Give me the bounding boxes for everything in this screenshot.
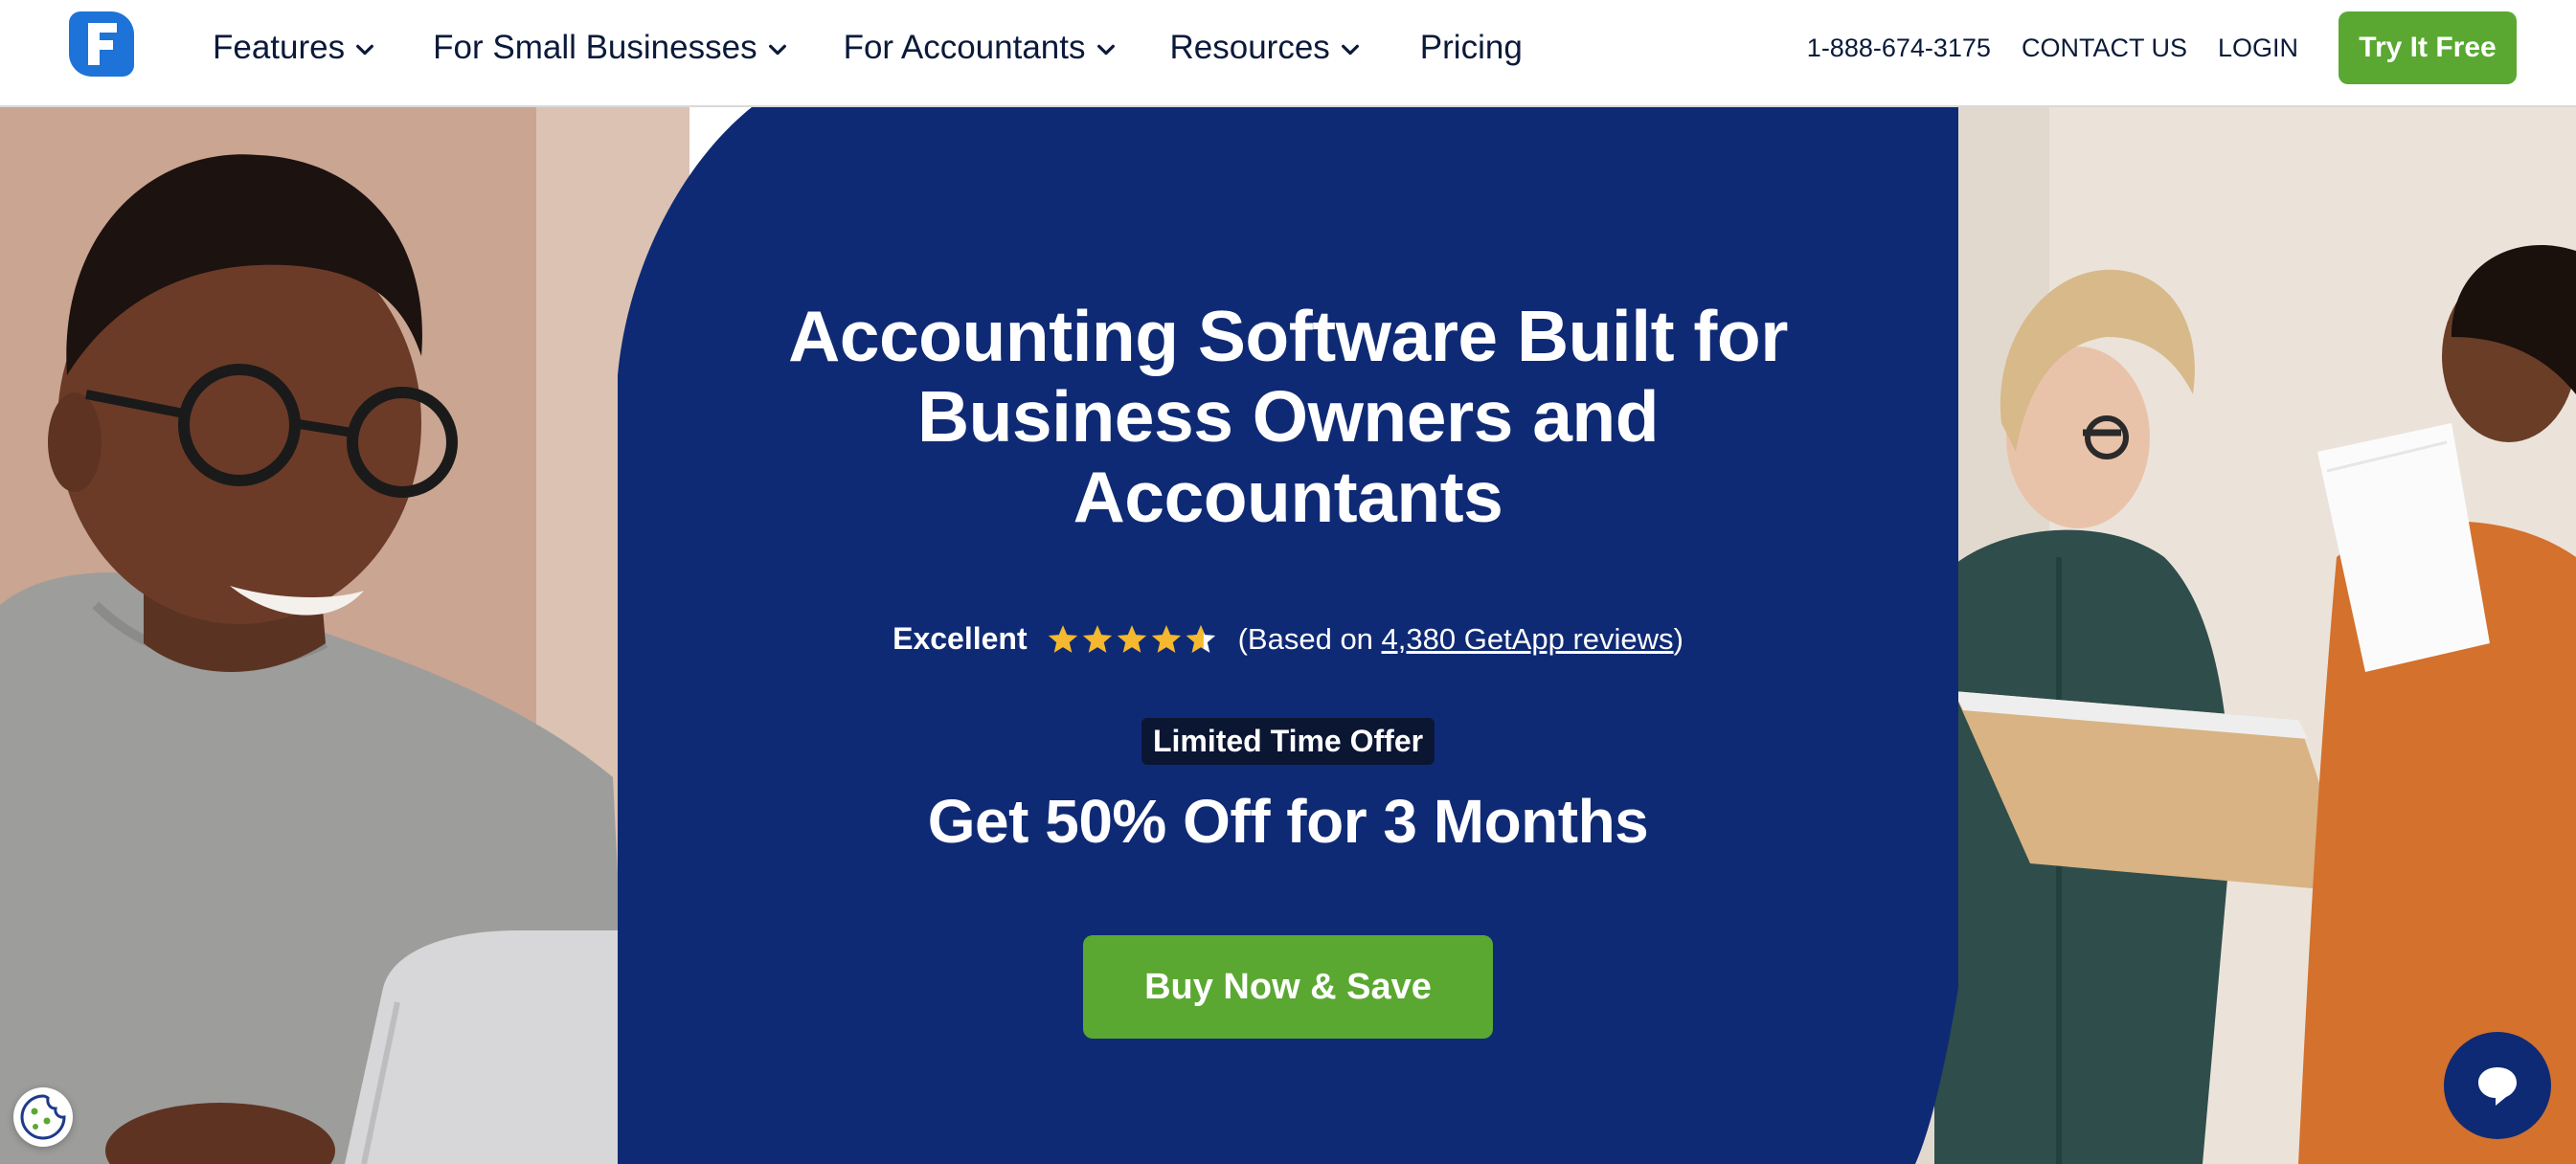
- rating-row: Excellent (Based on 4,380 GetApp reviews…: [893, 621, 1683, 657]
- hero-section: Accounting Software Built for Business O…: [0, 107, 2576, 1164]
- utility-nav: 1-888-674-3175 CONTACT US LOGIN Try It F…: [1807, 0, 2517, 96]
- getapp-reviews-link[interactable]: 4,380 GetApp reviews: [1382, 622, 1674, 657]
- chat-widget-button[interactable]: [2444, 1032, 2551, 1139]
- nav-resources-label: Resources: [1169, 29, 1330, 66]
- chevron-down-icon: [768, 44, 786, 56]
- star-full-icon: [1117, 624, 1146, 653]
- rating-prefix: (Based on: [1237, 621, 1382, 656]
- nav-accountants[interactable]: For Accountants: [844, 29, 1117, 67]
- hero-content: Accounting Software Built for Business O…: [618, 107, 1958, 1164]
- login-link[interactable]: LOGIN: [2218, 34, 2298, 63]
- nav-accountants-label: For Accountants: [843, 29, 1086, 66]
- star-full-icon: [1048, 624, 1077, 653]
- limited-time-offer-badge: Limited Time Offer: [1141, 718, 1435, 765]
- nav-pricing-label: Pricing: [1419, 29, 1523, 66]
- star-full-icon: [1082, 624, 1112, 653]
- offer-headline: Get 50% Off for 3 Months: [927, 787, 1649, 856]
- phone-link[interactable]: 1-888-674-3175: [1807, 34, 1991, 63]
- try-it-free-button[interactable]: Try It Free: [2339, 11, 2517, 84]
- cookie-icon: [20, 1094, 66, 1140]
- logo-f-glyph: [88, 23, 117, 65]
- site-header: Features For Small Businesses For Accoun…: [0, 0, 2576, 107]
- cookie-settings-button[interactable]: [13, 1087, 73, 1147]
- nav-small-businesses-label: For Small Businesses: [433, 29, 757, 66]
- nav-small-businesses[interactable]: For Small Businesses: [433, 29, 787, 67]
- nav-features-label: Features: [213, 29, 346, 66]
- freshbooks-logo-icon[interactable]: [69, 11, 134, 77]
- hero-photo-two-women: [1915, 107, 2576, 1164]
- rating-suffix: ): [1673, 621, 1683, 656]
- star-full-icon: [1151, 624, 1181, 653]
- chat-bubble-icon: [2478, 1067, 2517, 1106]
- women-illustration: [1915, 107, 2576, 1164]
- nav-resources[interactable]: Resources: [1170, 29, 1361, 67]
- chevron-down-icon: [1341, 44, 1359, 56]
- star-half-icon: [1186, 624, 1215, 653]
- chevron-down-icon: [1096, 44, 1115, 56]
- chevron-down-icon: [356, 44, 374, 56]
- contact-us-link[interactable]: CONTACT US: [2022, 34, 2187, 63]
- nav-pricing[interactable]: Pricing: [1420, 29, 1523, 67]
- rating-label: Excellent: [893, 621, 1028, 656]
- buy-now-button[interactable]: Buy Now & Save: [1083, 935, 1493, 1039]
- star-rating: [1047, 623, 1219, 656]
- main-nav: Features For Small Businesses For Accoun…: [213, 0, 1523, 96]
- hero-headline: Accounting Software Built for Business O…: [788, 296, 1788, 537]
- nav-features[interactable]: Features: [213, 29, 375, 67]
